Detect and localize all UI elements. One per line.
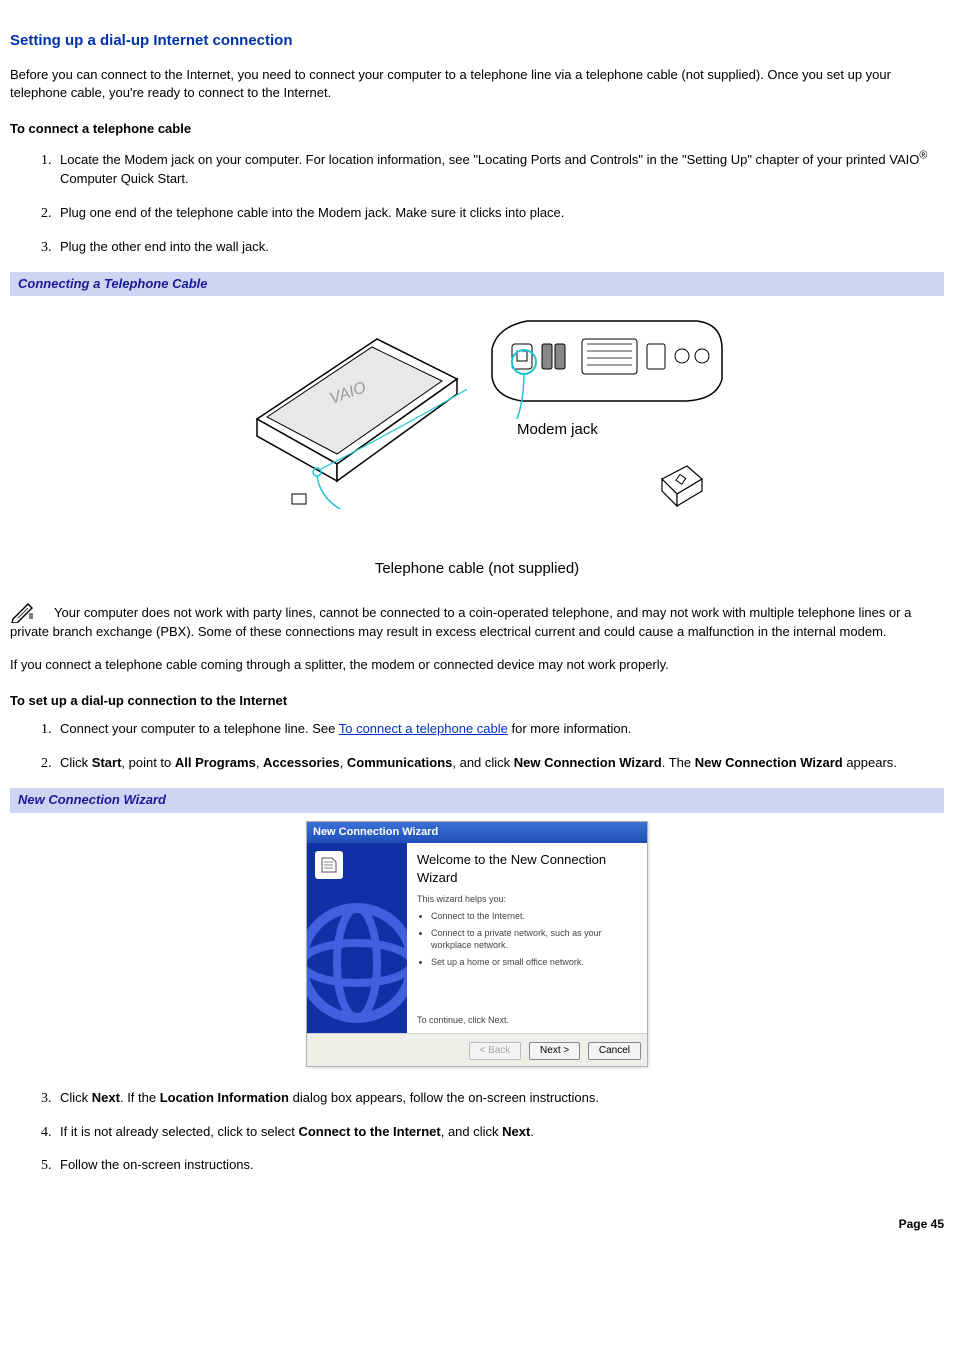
step2-4: If it is not already selected, click to …	[60, 1124, 534, 1139]
page-number: Page 45	[10, 1216, 944, 1233]
wizard-welcome-heading: Welcome to the New Connection Wizard	[417, 851, 637, 887]
note-after-paragraph: If you connect a telephone cable coming …	[10, 656, 944, 674]
wizard-titlebar: New Connection Wizard	[307, 822, 647, 843]
port-panel-illustration	[487, 309, 727, 419]
figure1: VAIO Modem jack	[10, 304, 944, 578]
note-icon	[10, 601, 36, 623]
wall-jack-illustration	[657, 464, 707, 514]
note-text: Your computer does not work with party l…	[10, 605, 911, 639]
steps-list-2b: Click Next. If the Location Information …	[10, 1089, 944, 1176]
wizard-window: New Connection Wizard Welcome to the New…	[306, 821, 648, 1067]
intro-paragraph: Before you can connect to the Internet, …	[10, 66, 944, 102]
modem-jack-label: Modem jack	[517, 419, 598, 440]
figure1-caption-bar: Connecting a Telephone Cable	[10, 272, 944, 296]
note-block: Your computer does not work with party l…	[10, 601, 944, 641]
link-connect-cable[interactable]: To connect a telephone cable	[339, 721, 508, 736]
figure2-caption-bar: New Connection Wizard	[10, 788, 944, 812]
step1-3: Plug the other end into the wall jack.	[60, 239, 269, 254]
wizard-bullet: Set up a home or small office network.	[431, 956, 637, 969]
step2-2: Click Start, point to All Programs, Acce…	[60, 755, 897, 770]
cancel-button[interactable]: Cancel	[588, 1042, 641, 1060]
wizard-side-panel	[307, 843, 407, 1033]
figure2: New Connection Wizard Welcome to the New…	[10, 821, 944, 1067]
steps-list-1: Locate the Modem jack on your computer. …	[10, 149, 944, 258]
laptop-illustration: VAIO	[237, 309, 467, 509]
wizard-helps-text: This wizard helps you:	[417, 893, 637, 906]
back-button[interactable]: < Back	[469, 1042, 522, 1060]
step2-3: Click Next. If the Location Information …	[60, 1090, 599, 1105]
section1-heading: To connect a telephone cable	[10, 120, 944, 138]
step2-5: Follow the on-screen instructions.	[60, 1157, 254, 1172]
step2-1: Connect your computer to a telephone lin…	[60, 721, 631, 736]
steps-list-2: Connect your computer to a telephone lin…	[10, 720, 944, 773]
wizard-main-panel: Welcome to the New Connection Wizard Thi…	[407, 843, 647, 1033]
page-title: Setting up a dial-up Internet connection	[10, 30, 944, 51]
wizard-continue-text: To continue, click Next.	[417, 1014, 509, 1027]
next-button[interactable]: Next >	[529, 1042, 580, 1060]
section2-heading: To set up a dial-up connection to the In…	[10, 692, 944, 710]
wizard-bullet: Connect to the Internet.	[431, 910, 637, 923]
figure1-subcaption: Telephone cable (not supplied)	[10, 558, 944, 579]
wizard-bullet: Connect to a private network, such as yo…	[431, 927, 637, 952]
wizard-footer: < Back Next > Cancel	[307, 1033, 647, 1066]
step1-2: Plug one end of the telephone cable into…	[60, 205, 564, 220]
step1-1: Locate the Modem jack on your computer. …	[60, 152, 927, 187]
